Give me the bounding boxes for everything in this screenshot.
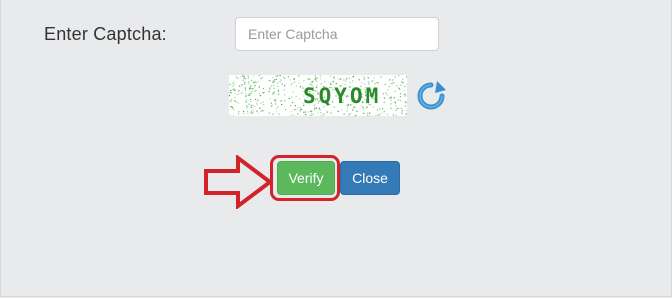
captcha-label: Enter Captcha: [44, 24, 167, 44]
close-button[interactable]: Close [340, 161, 400, 195]
verify-button[interactable]: Verify [277, 161, 335, 195]
captcha-text: SQYOM [303, 84, 381, 108]
captcha-input[interactable] [235, 17, 439, 51]
refresh-icon[interactable] [415, 80, 447, 112]
captcha-panel: Enter Captcha: SQYOM Verify Close [0, 0, 672, 297]
captcha-image: SQYOM [229, 75, 407, 116]
arrow-right-icon [204, 155, 274, 209]
